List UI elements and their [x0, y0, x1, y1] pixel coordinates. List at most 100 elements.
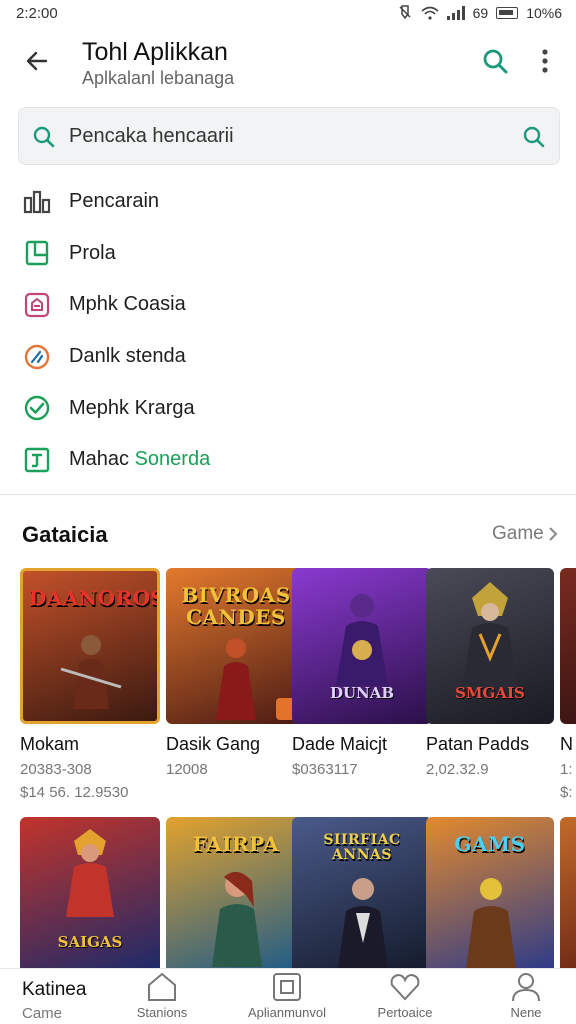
thumb-sub: SAIGAS	[57, 933, 123, 951]
game-character-art	[54, 827, 126, 917]
menu-label: Danlk stenda	[69, 345, 186, 368]
game-price: $14 56. 12.9530	[20, 784, 129, 801]
thumb-title: GAMS	[454, 832, 526, 856]
signal-text: 69	[472, 5, 489, 21]
game-downloads: $0363117	[292, 761, 358, 778]
game-thumbnail: FAIRPA	[166, 817, 306, 969]
section-more-link[interactable]: Game	[492, 523, 558, 545]
game-character-art	[328, 873, 398, 969]
thumb-title: BIVROAS CANDES	[181, 583, 291, 629]
game-card[interactable]: SMGAIS Patan Padds 2,02.32.9	[426, 568, 554, 778]
box-icon	[22, 445, 52, 475]
thumb-title: FAIRPA	[192, 832, 280, 856]
game-thumbnail: SAIGAS	[20, 817, 160, 969]
game-card[interactable]: DUNAB Dade Maicjt $0363117	[292, 568, 432, 778]
menu-label: Mphk Coasia	[69, 293, 186, 316]
search-input[interactable]	[69, 118, 509, 154]
menu-item-mphk-coasia[interactable]: Mphk Coasia	[0, 279, 576, 331]
game-card[interactable]: FAIRPA	[166, 817, 306, 969]
game-character-art	[450, 578, 530, 688]
menu-item-pencarain[interactable]: Pencarain	[0, 176, 576, 228]
header-search-button[interactable]	[476, 42, 514, 80]
back-button[interactable]	[18, 42, 56, 80]
game-thumbnail: SIIRFIAC ANNAS	[292, 817, 432, 969]
nav-label: Pertoaice	[377, 1005, 433, 1020]
game-thumbnail: DAANOROS	[20, 568, 160, 724]
game-card[interactable]: BIVROAS CANDES Dasik Gang 12008	[166, 568, 306, 778]
person-icon	[512, 973, 540, 1002]
nav-label: Nene	[510, 1005, 542, 1020]
status-time: 2:2:00	[16, 4, 58, 22]
game-character-art	[456, 873, 526, 969]
thumb-sub: SMGAIS	[455, 684, 525, 702]
game-price: $:	[560, 784, 573, 801]
nav-item-pertoaice[interactable]: Pertoaice	[355, 971, 455, 1023]
game-card[interactable]: SIIRFIAC ANNAS	[292, 817, 432, 969]
bottom-navigation: Katinea Came Stanions Aplianmunvol Perto…	[0, 968, 576, 1024]
menu-item-danlk-stenda[interactable]: Danlk stenda	[0, 331, 576, 383]
menu-label: Mahac Sonerda	[69, 448, 210, 471]
search-bar[interactable]	[18, 107, 560, 165]
game-downloads: 12008	[166, 761, 208, 778]
page-subtitle: Aplkalanl lebanaga	[82, 68, 235, 88]
more-options-button[interactable]	[530, 42, 560, 80]
battery-icon	[496, 7, 519, 19]
menu-item-mephk-krarga[interactable]: Mephk Krarga	[0, 382, 576, 434]
heart-icon	[390, 973, 420, 1001]
section-divider	[0, 494, 576, 495]
game-downloads: 20383-308	[20, 761, 92, 778]
games-row-2: SAIGAS FAIRPA SIIRFIAC ANNAS GAMS	[0, 817, 576, 969]
game-card[interactable]: GAMS	[426, 817, 554, 969]
game-thumbnail: SMGAIS	[426, 568, 554, 724]
game-downloads: 1:	[560, 761, 573, 778]
game-character-art	[59, 629, 123, 709]
thumb-title: DAANOROS	[29, 586, 160, 610]
nav-item-stanions[interactable]: Stanions	[112, 971, 212, 1023]
game-thumbnail: GAMS	[426, 817, 554, 969]
nav-sublabel: Came	[22, 1005, 63, 1022]
game-thumbnail	[560, 817, 576, 969]
menu-label: Mephk Krarga	[69, 396, 195, 419]
game-thumbnail: BIVROAS CANDES	[166, 568, 306, 724]
game-name: Mokam	[20, 734, 80, 754]
search-submit-button[interactable]	[519, 122, 549, 152]
do-not-disturb-icon	[397, 4, 413, 23]
section-title: Gataicia	[22, 522, 108, 547]
game-card[interactable]: DAANOROS Mokam 20383-308 $14 56. 12.9530	[20, 568, 160, 801]
menu-item-mahac[interactable]: Mahac Sonerda	[0, 434, 576, 486]
nav-item-katinea[interactable]: Katinea Came	[22, 979, 86, 1022]
battery-text: 10%6	[526, 5, 562, 21]
check-circle-icon	[22, 393, 52, 423]
menu-label-highlight: Sonerda	[134, 448, 211, 471]
speed-icon	[22, 342, 52, 372]
game-name: Dasik Gang	[166, 734, 261, 754]
menu-list: Pencarain Prola Mphk Coasia Danlk stenda…	[0, 176, 576, 486]
phone-icon	[22, 238, 52, 268]
apps-box-icon	[273, 973, 301, 1001]
nav-item-aplianmunvol[interactable]: Aplianmunvol	[237, 971, 337, 1023]
home-icon	[148, 972, 176, 1001]
nav-label: Katinea	[22, 979, 87, 1000]
section-more-label: Game	[492, 523, 544, 544]
thumb-sub: DUNAB	[329, 684, 395, 702]
search-icon	[523, 126, 545, 148]
game-thumbnail: DUNAB	[292, 568, 432, 724]
game-card[interactable]: N 1: $:	[560, 568, 576, 801]
game-name: Dade Maicjt	[292, 734, 388, 754]
status-icons: 69 10%6	[397, 4, 562, 23]
wifi-icon	[421, 6, 439, 20]
thumb-title: SIIRFIAC ANNAS	[323, 832, 401, 864]
nav-item-nene[interactable]: Nene	[476, 971, 576, 1023]
apps-icon	[22, 187, 52, 217]
game-card[interactable]: SAIGAS	[20, 817, 160, 969]
game-character-art	[202, 867, 272, 967]
search-icon	[29, 122, 59, 152]
nav-label: Aplianmunvol	[247, 1005, 327, 1020]
nav-label: Stanions	[136, 1005, 188, 1020]
arrow-left-icon	[26, 51, 48, 71]
menu-label: Prola	[69, 241, 116, 264]
signal-icon	[446, 6, 465, 20]
game-name: N	[560, 734, 573, 754]
menu-item-prola[interactable]: Prola	[0, 228, 576, 280]
game-card[interactable]	[560, 817, 576, 969]
